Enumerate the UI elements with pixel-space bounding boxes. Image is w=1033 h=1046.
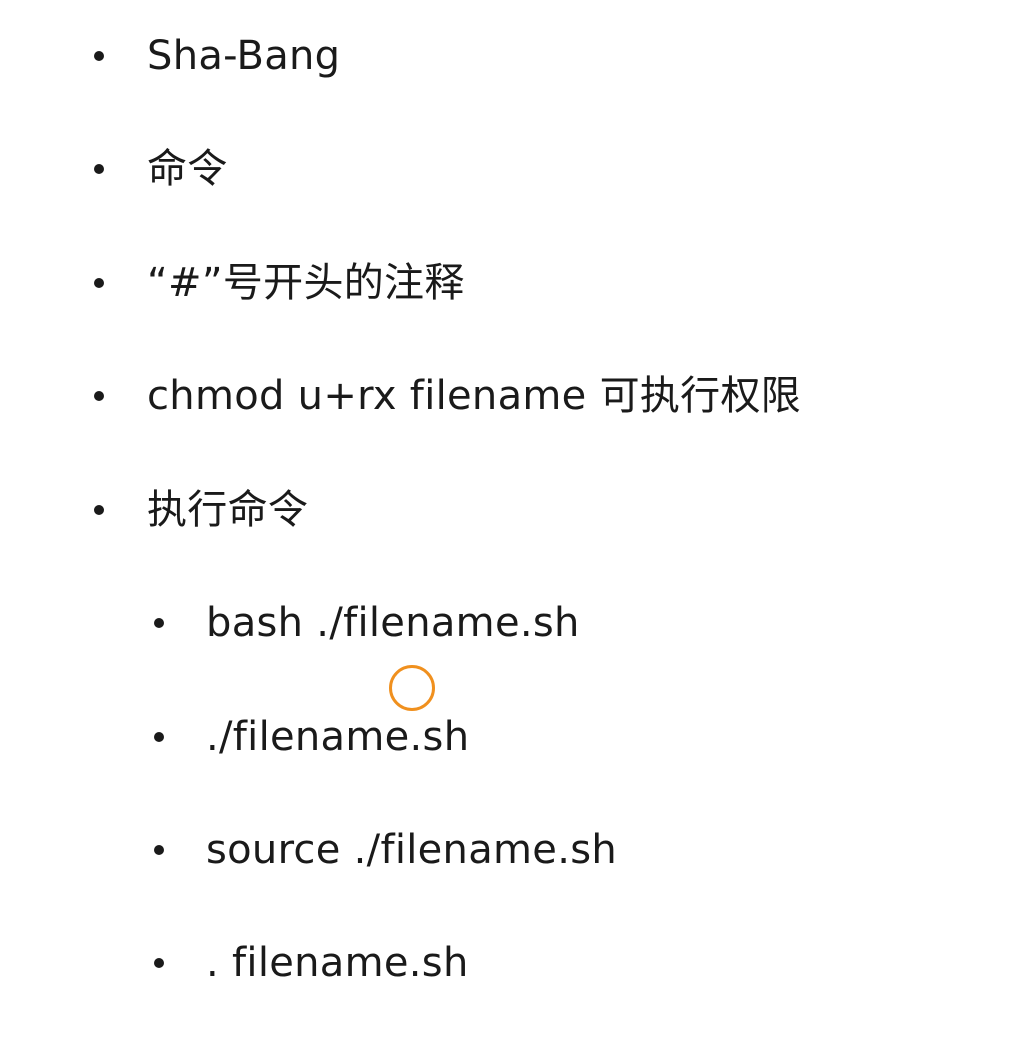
cursor-ring-icon: [389, 665, 435, 711]
bullet-icon: [94, 51, 104, 61]
list-item: 命令: [94, 139, 228, 199]
list-item: “#”号开头的注释: [94, 253, 465, 313]
sub-list-item-label: source ./filename.sh: [206, 827, 617, 873]
bullet-icon: [94, 391, 104, 401]
list-item-label: 执行命令: [147, 487, 309, 533]
sub-list-item-label: bash ./filename.sh: [206, 600, 580, 646]
bullet-icon: [154, 618, 164, 628]
bullet-icon: [94, 164, 104, 174]
list-item-label: chmod u+rx filename 可执行权限: [147, 373, 802, 419]
list-item-label: “#”号开头的注释: [147, 260, 465, 306]
sub-list-item-label: ./filename.sh: [206, 714, 470, 760]
sub-list-item: ./filename.sh: [154, 707, 469, 767]
bullet-icon: [154, 958, 164, 968]
bullet-icon: [154, 845, 164, 855]
sub-list-item: source ./filename.sh: [154, 820, 617, 880]
sub-list-item: . filename.sh: [154, 933, 469, 993]
bullet-icon: [94, 505, 104, 515]
list-item: chmod u+rx filename 可执行权限: [94, 366, 801, 426]
bullet-icon: [154, 732, 164, 742]
list-item-label: Sha-Bang: [147, 33, 341, 79]
bullet-icon: [94, 278, 104, 288]
list-item: Sha-Bang: [94, 26, 340, 86]
document-page: Sha-Bang 命令 “#”号开头的注释 chmod u+rx filenam…: [0, 0, 1033, 1046]
sub-list-item: bash ./filename.sh: [154, 593, 580, 653]
list-item: 执行命令: [94, 480, 308, 540]
list-item-label: 命令: [147, 146, 228, 192]
sub-list-item-label: . filename.sh: [206, 940, 469, 986]
